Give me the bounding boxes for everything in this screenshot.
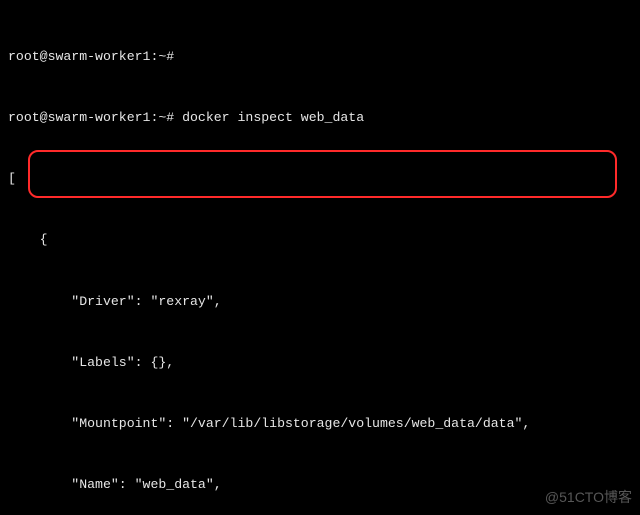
output-line: [ xyxy=(8,169,632,189)
output-line: { xyxy=(8,230,632,250)
output-line: "Driver": "rexray", xyxy=(8,292,632,312)
prompt-line: root@swarm-worker1:~# xyxy=(8,47,632,67)
output-line: "Labels": {}, xyxy=(8,353,632,373)
output-line-mountpoint: "Mountpoint": "/var/lib/libstorage/volum… xyxy=(8,414,632,434)
command-line: root@swarm-worker1:~# docker inspect web… xyxy=(8,108,632,128)
output-line-name: "Name": "web_data", xyxy=(8,475,632,495)
terminal-window[interactable]: root@swarm-worker1:~# root@swarm-worker1… xyxy=(0,0,640,515)
